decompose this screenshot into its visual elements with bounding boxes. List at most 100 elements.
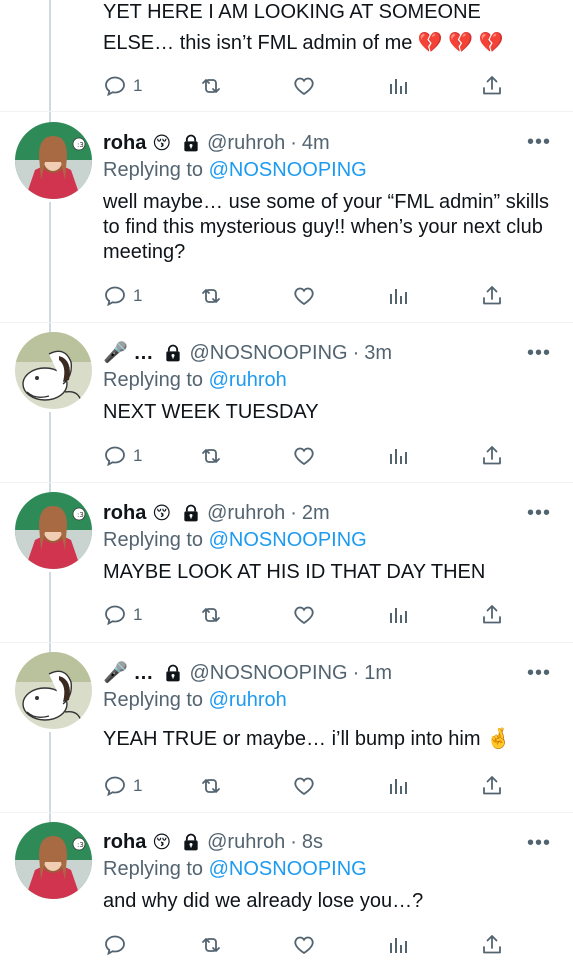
handle[interactable]: @NOSNOOPING xyxy=(189,661,347,685)
retweet-button[interactable] xyxy=(199,444,223,468)
reply-icon xyxy=(105,446,125,467)
reply-button[interactable]: 1 xyxy=(103,444,142,468)
retweet-icon xyxy=(202,608,220,622)
tweet[interactable]: ••• 🎤 … @NOSNOOPING · 1m Replying to @ru… xyxy=(0,643,573,813)
views-button[interactable] xyxy=(386,444,410,468)
tweet[interactable]: :3 ••• roha 😚 @ruhroh · 8s Replying to @… xyxy=(0,813,573,960)
replying-to: Replying to @NOSNOOPING xyxy=(103,528,553,552)
heart-icon xyxy=(294,447,314,466)
lock-icon xyxy=(184,504,198,522)
retweet-icon xyxy=(202,938,220,952)
timestamp[interactable]: 8s xyxy=(302,830,323,854)
tweet[interactable]: YET HERE I AM LOOKING AT SOMEONE ELSE… t… xyxy=(0,0,573,112)
tweet-actions: 1 xyxy=(103,772,503,800)
like-button[interactable] xyxy=(292,933,316,957)
views-button[interactable] xyxy=(386,284,410,308)
timestamp[interactable]: 1m xyxy=(364,661,392,685)
tweet-actions: 1 xyxy=(103,72,503,100)
tweet[interactable]: :3 ••• roha 😚 @ruhroh · 2m Replying to @… xyxy=(0,483,573,643)
replying-to-label: Replying to xyxy=(103,529,204,551)
tweet-text: and why did we already lose you…? xyxy=(103,890,424,912)
avatar[interactable] xyxy=(15,652,92,729)
retweet-button[interactable] xyxy=(199,603,223,627)
display-name[interactable]: 🎤 … xyxy=(103,661,153,685)
display-name[interactable]: roha xyxy=(103,830,146,854)
share-button[interactable] xyxy=(480,444,504,468)
retweet-icon xyxy=(202,79,220,93)
reply-button[interactable]: 1 xyxy=(103,74,142,98)
like-button[interactable] xyxy=(292,774,316,798)
like-button[interactable] xyxy=(292,603,316,627)
mention-link[interactable]: @ruhroh xyxy=(209,689,287,711)
reply-count: 1 xyxy=(133,446,143,465)
timestamp[interactable]: 4m xyxy=(302,131,330,155)
views-button[interactable] xyxy=(386,74,410,98)
reply-button[interactable]: 1 xyxy=(103,284,142,308)
tweet-header: 🎤 … @NOSNOOPING · 3m xyxy=(103,341,553,365)
lock-icon xyxy=(166,344,181,362)
heart-icon xyxy=(294,936,314,955)
retweet-button[interactable] xyxy=(199,774,223,798)
views-icon xyxy=(390,289,407,304)
retweet-icon xyxy=(202,449,220,463)
avatar[interactable]: :3 xyxy=(15,822,92,899)
share-button[interactable] xyxy=(480,603,504,627)
like-button[interactable] xyxy=(292,284,316,308)
retweet-button[interactable] xyxy=(199,933,223,957)
share-button[interactable] xyxy=(480,933,504,957)
handle[interactable]: @NOSNOOPING xyxy=(189,341,347,365)
views-button[interactable] xyxy=(386,933,410,957)
separator: · xyxy=(352,662,360,684)
mention-link[interactable]: @NOSNOOPING xyxy=(209,529,367,551)
tweet[interactable]: :3 ••• roha 😚 @ruhroh · 4m Replying to @… xyxy=(0,112,573,323)
share-button[interactable] xyxy=(480,74,504,98)
retweet-button[interactable] xyxy=(199,284,223,308)
display-name[interactable]: roha xyxy=(103,501,146,525)
share-icon xyxy=(483,605,501,624)
reply-count: 1 xyxy=(133,286,143,305)
views-button[interactable] xyxy=(386,774,410,798)
mention-link[interactable]: @NOSNOOPING xyxy=(209,159,367,181)
like-button[interactable] xyxy=(292,74,316,98)
display-name[interactable]: 🎤 … xyxy=(103,341,153,365)
avatar[interactable] xyxy=(15,332,92,409)
avatar[interactable]: :3 xyxy=(15,492,92,569)
tweet-text: MAYBE LOOK AT HIS ID THAT DAY THEN xyxy=(103,561,486,583)
replying-to: Replying to @NOSNOOPING xyxy=(103,857,553,881)
separator: · xyxy=(290,831,297,853)
handle[interactable]: @ruhroh xyxy=(207,131,285,155)
name-emoji: 😚 xyxy=(152,133,172,153)
share-button[interactable] xyxy=(480,774,504,798)
heart-icon xyxy=(294,77,314,96)
replying-to-label: Replying to xyxy=(103,159,204,181)
retweet-icon xyxy=(202,289,220,303)
like-button[interactable] xyxy=(292,444,316,468)
mention-link[interactable]: @ruhroh xyxy=(209,369,287,391)
tweet-text: well maybe… use some of your “FML admin”… xyxy=(103,191,550,263)
tweet-header: roha 😚 @ruhroh · 2m xyxy=(103,501,553,525)
share-icon xyxy=(483,286,501,305)
heart-icon xyxy=(294,606,314,625)
share-icon xyxy=(483,446,501,465)
views-icon xyxy=(390,938,407,953)
share-button[interactable] xyxy=(480,284,504,308)
tweet-text: YEAH TRUE or maybe… i’ll bump into him 🤞 xyxy=(103,728,511,750)
reply-button[interactable]: 1 xyxy=(103,603,142,627)
timestamp[interactable]: 3m xyxy=(364,341,392,365)
tweet[interactable]: ••• 🎤 … @NOSNOOPING · 3m Replying to @ru… xyxy=(0,323,573,483)
display-name[interactable]: roha xyxy=(103,131,146,155)
handle[interactable]: @ruhroh xyxy=(207,830,285,854)
reply-button[interactable] xyxy=(103,933,133,957)
handle[interactable]: @ruhroh xyxy=(207,501,285,525)
replying-to-label: Replying to xyxy=(103,858,204,880)
avatar[interactable]: :3 xyxy=(15,122,92,199)
retweet-button[interactable] xyxy=(199,74,223,98)
reply-button[interactable]: 1 xyxy=(103,774,142,798)
reply-icon xyxy=(105,605,125,626)
lock-icon xyxy=(166,664,181,682)
name-emoji: 😚 xyxy=(152,832,172,852)
replying-to-label: Replying to xyxy=(103,689,204,711)
views-button[interactable] xyxy=(386,603,410,627)
timestamp[interactable]: 2m xyxy=(302,501,330,525)
mention-link[interactable]: @NOSNOOPING xyxy=(209,858,367,880)
